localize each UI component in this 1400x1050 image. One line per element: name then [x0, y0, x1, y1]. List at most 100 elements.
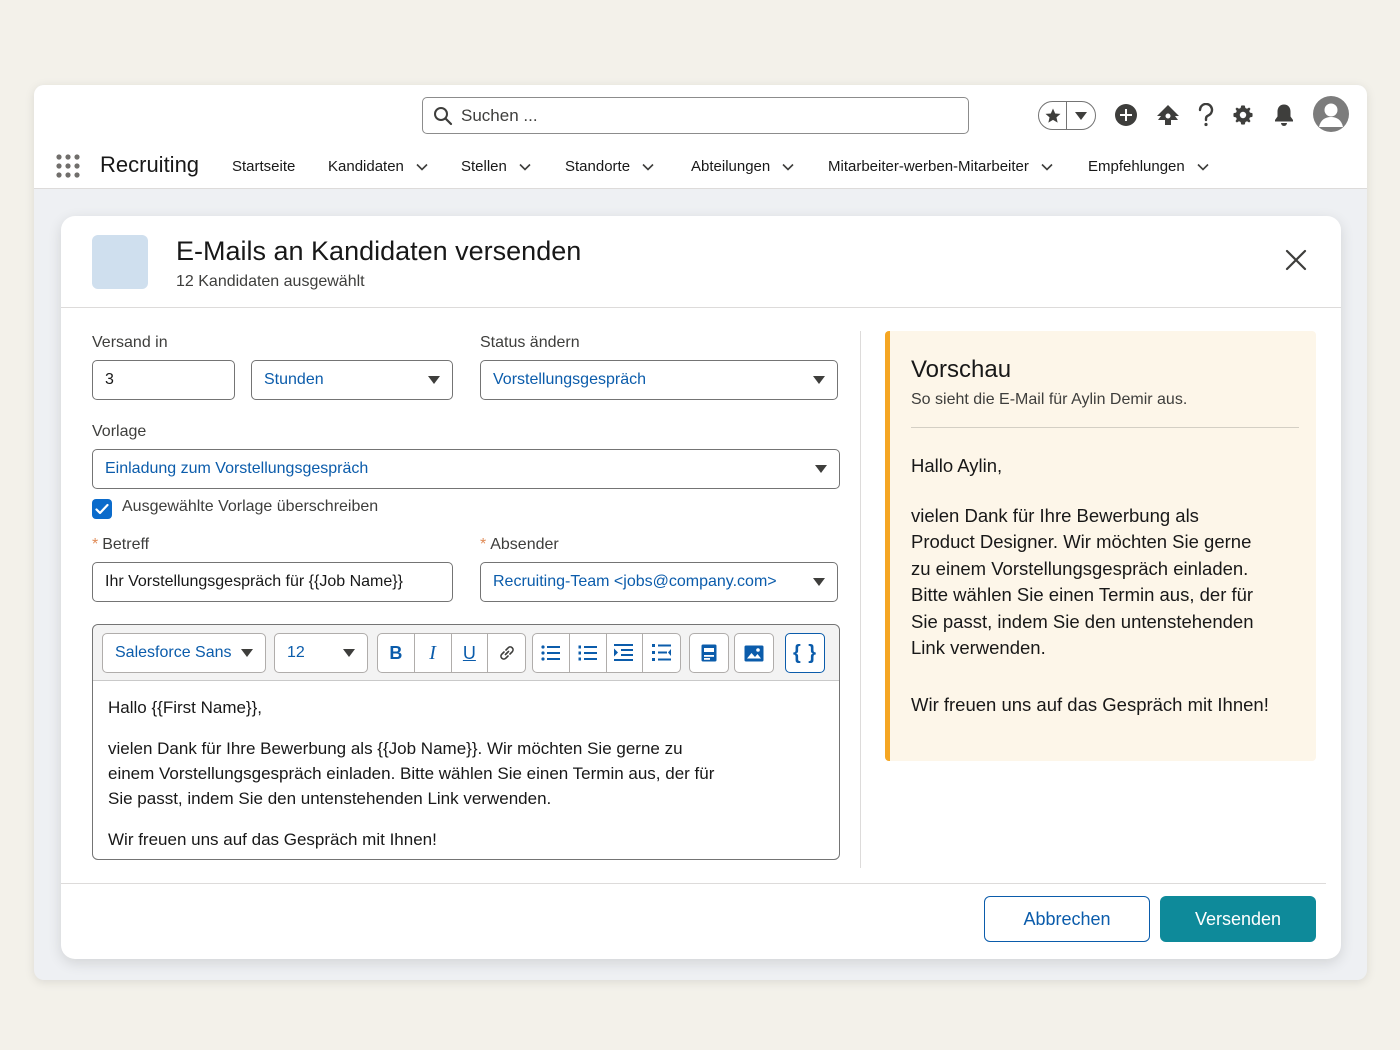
override-template-checkbox[interactable] [92, 499, 112, 519]
favorites-control[interactable] [1038, 101, 1096, 130]
override-template-label: Ausgewählte Vorlage überschreiben [122, 498, 379, 515]
font-size-select[interactable]: 12 [274, 633, 368, 673]
preview-panel: Vorschau So sieht die E-Mail für Aylin D… [885, 331, 1316, 761]
indent-icon [614, 644, 634, 661]
star-icon [1045, 108, 1060, 123]
settings-gear-icon [1233, 105, 1253, 125]
status-value: Vorstellungsgespräch [493, 371, 646, 388]
caret-down-icon [813, 578, 825, 586]
user-avatar[interactable] [1313, 96, 1349, 132]
nav-tab-standorte[interactable]: Standorte [565, 158, 654, 175]
search-input[interactable] [461, 105, 941, 126]
sender-label-text: Absender [490, 536, 559, 553]
bullet-list-icon [541, 645, 560, 661]
preview-content: Hallo Aylin, vielen Dank für Ihre Bewerb… [911, 453, 1306, 748]
status-select[interactable]: Vorstellungsgespräch [480, 360, 838, 400]
notifications-button[interactable] [1270, 101, 1298, 129]
help-icon [1198, 103, 1214, 127]
search-icon [434, 106, 453, 125]
nav-tab-label: Mitarbeiter-werben-Mitarbeiter [828, 158, 1029, 175]
cancel-button[interactable]: Abbrechen [984, 896, 1150, 942]
nav-tab-stellen[interactable]: Stellen [461, 158, 531, 175]
outdent-button[interactable] [643, 634, 680, 672]
rich-text-editor: Salesforce Sans 12 B I U {} Hallo {{Fir… [92, 624, 840, 860]
indent-button[interactable] [607, 634, 644, 672]
merge-field-icon: { } [792, 641, 818, 664]
nav-tab-kandidaten[interactable]: Kandidaten [328, 158, 428, 175]
send-in-input[interactable]: 3 [92, 360, 235, 400]
chevron-down-icon[interactable] [416, 163, 428, 171]
trailhead-button[interactable] [1154, 101, 1182, 129]
chevron-down-icon[interactable] [1041, 163, 1053, 171]
caret-down-icon [1075, 111, 1087, 120]
nav-tab-label: Standorte [565, 158, 631, 175]
favorites-button[interactable] [1039, 102, 1067, 129]
modal-header-icon [92, 235, 148, 289]
sender-select[interactable]: Recruiting-Team <jobs@company.com> [480, 562, 838, 602]
font-family-select[interactable]: Salesforce Sans [102, 633, 266, 673]
bold-icon: B [389, 642, 403, 663]
caret-down-icon [241, 649, 253, 657]
modal-subtitle: 12 Kandidaten ausgewählt [176, 273, 365, 290]
subject-input[interactable]: Ihr Vorstellungsgespräch für {{Job Name}… [92, 562, 453, 602]
chevron-down-icon[interactable] [782, 163, 794, 171]
underline-button[interactable]: U [452, 634, 489, 672]
send-in-value: 3 [105, 371, 114, 388]
editor-toolbar: Salesforce Sans 12 B I U {} [93, 625, 839, 681]
checkmark-icon [95, 503, 109, 515]
nav-tab-mitarbeiter-werben-mitarbeiter[interactable]: Mitarbeiter-werben-Mitarbeiter [828, 158, 1053, 175]
global-search[interactable] [422, 97, 969, 134]
font-size-value: 12 [287, 644, 305, 661]
chevron-down-icon[interactable] [642, 163, 654, 171]
column-divider [860, 331, 861, 868]
settings-button[interactable] [1229, 101, 1257, 129]
app-name: Recruiting [100, 152, 200, 177]
subject-label: * Betreff [92, 536, 149, 554]
merge-field-button[interactable]: { } [785, 633, 825, 673]
nav-tab-startseite[interactable]: Startseite [232, 158, 295, 175]
user-avatar-icon [1319, 103, 1343, 127]
app-launcher-icon[interactable] [56, 154, 80, 178]
nav-tab-empfehlungen[interactable]: Empfehlungen [1088, 158, 1209, 175]
list-button-group [532, 633, 681, 673]
preview-paragraph: Hallo Aylin, [911, 455, 1003, 476]
bullet-list-button[interactable] [533, 634, 570, 672]
nav-tab-label: Stellen [461, 158, 507, 175]
global-header: Recruiting Startseite Kandidaten Stellen… [34, 85, 1367, 189]
nav-tab-label: Abteilungen [691, 158, 771, 175]
chevron-down-icon[interactable] [519, 163, 531, 171]
close-icon[interactable] [1283, 247, 1309, 273]
nav-tab-abteilungen[interactable]: Abteilungen [691, 158, 794, 175]
preview-paragraph: Wir freuen uns auf das Gespräch mit Ihne… [911, 693, 1269, 715]
preview-divider [911, 427, 1299, 428]
numbered-list-icon [578, 645, 597, 661]
add-button[interactable] [1112, 101, 1140, 129]
editor-content[interactable]: Hallo {{First Name}}, vielen Dank für Ih… [108, 695, 828, 868]
favorites-menu-button[interactable] [1067, 102, 1095, 129]
send-in-unit-select[interactable]: Stunden [251, 360, 453, 400]
send-button[interactable]: Versenden [1160, 896, 1316, 942]
bold-button[interactable]: B [378, 634, 415, 672]
insert-image-button[interactable] [734, 633, 774, 673]
nav-tab-label: Empfehlungen [1088, 158, 1185, 175]
format-button-group: B I U [377, 633, 526, 673]
caret-down-icon [343, 649, 355, 657]
insert-template-button[interactable] [689, 633, 729, 673]
italic-button[interactable]: I [415, 634, 452, 672]
send-in-unit-value: Stunden [264, 371, 324, 388]
caret-down-icon [815, 465, 827, 473]
trailhead-icon [1157, 105, 1179, 125]
sender-label: * Absender [480, 536, 559, 554]
help-button[interactable] [1192, 101, 1220, 129]
caret-down-icon [813, 376, 825, 384]
preview-paragraph: vielen Dank für Ihre Bewerbung als Produ… [911, 504, 1254, 659]
template-select[interactable]: Einladung zum Vorstellungsgespräch [92, 449, 840, 489]
caret-down-icon [428, 376, 440, 384]
image-icon [744, 645, 764, 661]
nav-tab-label: Kandidaten [328, 158, 404, 175]
chevron-down-icon[interactable] [1197, 163, 1209, 171]
link-button[interactable] [488, 634, 525, 672]
send-email-modal: E-Mails an Kandidaten versenden 12 Kandi… [61, 216, 1341, 959]
sender-value: Recruiting-Team <jobs@company.com> [493, 573, 777, 590]
numbered-list-button[interactable] [570, 634, 607, 672]
